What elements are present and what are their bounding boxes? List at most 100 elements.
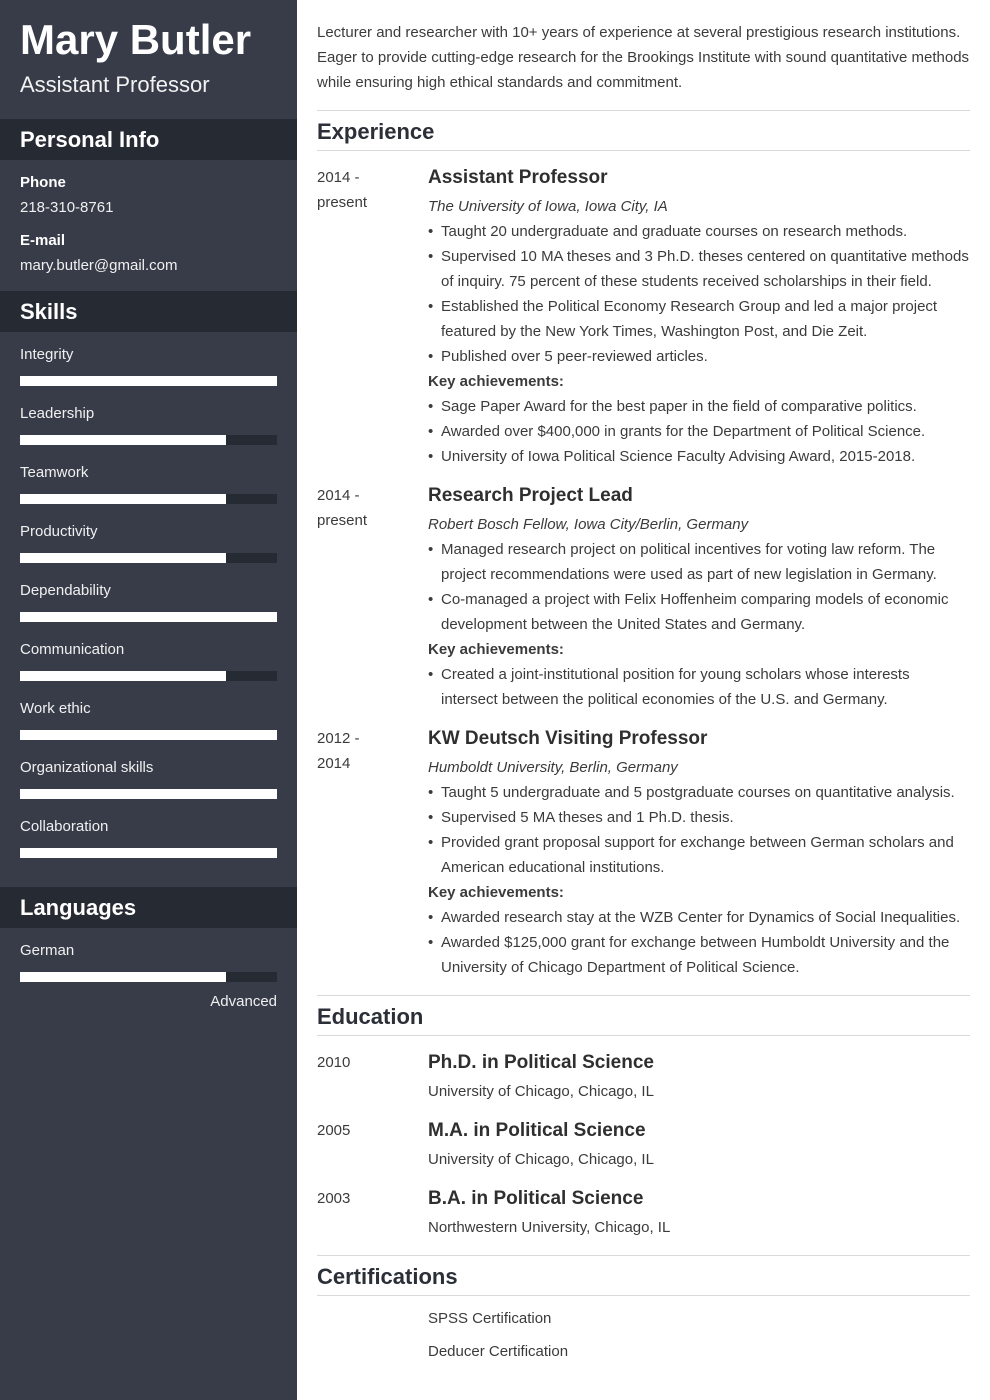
degree: B.A. in Political Science	[428, 1188, 644, 1209]
job-title: Research Project Lead	[428, 485, 633, 506]
summary: Lecturer and researcher with 10+ years o…	[317, 24, 970, 91]
email-value[interactable]: mary.butler@gmail.com	[20, 257, 277, 275]
education-year: 2003	[317, 1190, 351, 1207]
responsibility-item: Provided grant proposal support for exch…	[428, 830, 970, 880]
responsibilities-list: Taught 5 undergraduate and 5 postgraduat…	[428, 780, 970, 880]
achievement-item: Awarded $125,000 grant for exchange betw…	[428, 930, 970, 980]
language-level-bar	[20, 972, 277, 982]
sidebar: Mary Butler Assistant Professor Personal…	[0, 0, 297, 1400]
skill-item: Dependability	[20, 582, 277, 641]
responsibility-item: Taught 5 undergraduate and 5 postgraduat…	[428, 780, 970, 805]
responsibility-item: Published over 5 peer-reviewed articles.	[428, 344, 970, 369]
employer: Humboldt University, Berlin, Germany	[428, 759, 678, 776]
certification-item: SPSS Certification	[428, 1310, 552, 1327]
education-heading: Education	[317, 995, 970, 1036]
skill-name: Work ethic	[20, 700, 91, 717]
experience-entry: 2014 - present Research Project Lead Robert…	[317, 483, 970, 712]
employer: Robert Bosch Fellow, Iowa City/Berlin, G…	[428, 516, 749, 533]
degree: Ph.D. in Political Science	[428, 1052, 654, 1073]
skill-name: Integrity	[20, 346, 74, 363]
date-end: 2014	[317, 755, 351, 772]
skill-level-bar	[20, 376, 277, 386]
email-label: E-mail	[20, 232, 66, 249]
certification-item: Deducer Certification	[428, 1343, 569, 1360]
achievements-list: Created a joint-institutional position f…	[428, 662, 970, 712]
experience-dates: 2012 - 2014	[317, 726, 428, 980]
achievement-item: Awarded research stay at the WZB Center …	[428, 905, 970, 930]
employer: The University of Iowa, Iowa City, IA	[428, 198, 668, 215]
skills-heading: Skills	[0, 291, 297, 332]
skill-name: Leadership	[20, 405, 95, 422]
job-title: Assistant Professor	[428, 167, 608, 188]
skill-level-bar	[20, 848, 277, 858]
education-entry: 2010 Ph.D. in Political Science University…	[317, 1050, 970, 1104]
education-entry: 2003 B.A. in Political Science Northwester…	[317, 1186, 970, 1240]
experience-body: Research Project Lead Robert Bosch Fellow…	[428, 483, 970, 712]
education-year: 2010	[317, 1054, 351, 1071]
skill-name: Communication	[20, 641, 125, 658]
skill-level-fill	[20, 553, 226, 563]
key-achievements-label: Key achievements:	[428, 884, 564, 901]
skill-item: Productivity	[20, 523, 277, 582]
skill-item: Integrity	[20, 346, 277, 405]
responsibility-item: Co-managed a project with Felix Hoffenhe…	[428, 587, 970, 637]
skill-level-fill	[20, 435, 226, 445]
education-body: B.A. in Political Science Northwestern Un…	[428, 1186, 970, 1240]
responsibility-item: Established the Political Economy Resear…	[428, 294, 970, 344]
skill-level-fill	[20, 376, 277, 386]
education-list: 2010 Ph.D. in Political Science University…	[317, 1050, 970, 1240]
language-level-label: Advanced	[210, 993, 277, 1010]
responsibility-item: Supervised 5 MA theses and 1 Ph.D. thesi…	[428, 805, 970, 830]
degree: M.A. in Political Science	[428, 1120, 646, 1141]
skill-name: Organizational skills	[20, 759, 154, 776]
school: Northwestern University, Chicago, IL	[428, 1219, 671, 1236]
date-end: present	[317, 512, 368, 529]
experience-entry: 2014 - present Assistant Professor The Univ…	[317, 165, 970, 469]
skill-name: Productivity	[20, 523, 98, 540]
skill-item: Organizational skills	[20, 759, 277, 818]
achievements-list: Sage Paper Award for the best paper in t…	[428, 394, 970, 469]
responsibilities-list: Managed research project on political in…	[428, 537, 970, 637]
date-start: 2014 -	[317, 169, 360, 186]
candidate-name: Mary Butler	[20, 16, 252, 63]
school: University of Chicago, Chicago, IL	[428, 1151, 654, 1168]
achievement-item: Awarded over $400,000 in grants for the …	[428, 419, 970, 444]
skill-item: Teamwork	[20, 464, 277, 523]
education-year: 2005	[317, 1122, 351, 1139]
skill-level-fill	[20, 730, 277, 740]
main-content: Lecturer and researcher with 10+ years o…	[317, 0, 970, 1361]
skills-list: Integrity Leadership Teamwork Productivity D…	[0, 332, 297, 887]
achievements-list: Awarded research stay at the WZB Center …	[428, 905, 970, 980]
languages-heading: Languages	[0, 887, 297, 928]
skill-level-fill	[20, 789, 277, 799]
certifications-list: SPSS Certification Deducer Certification	[317, 1310, 970, 1361]
skill-level-bar	[20, 730, 277, 740]
skill-name: Collaboration	[20, 818, 109, 835]
phone-label: Phone	[20, 174, 66, 191]
skill-level-bar	[20, 671, 277, 681]
education-body: M.A. in Political Science University of C…	[428, 1118, 970, 1172]
responsibility-item: Managed research project on political in…	[428, 537, 970, 587]
achievement-item: Sage Paper Award for the best paper in t…	[428, 394, 970, 419]
education-entry: 2005 M.A. in Political Science University …	[317, 1118, 970, 1172]
achievement-item: University of Iowa Political Science Fac…	[428, 444, 970, 469]
skill-level-fill	[20, 612, 277, 622]
skill-level-fill	[20, 494, 226, 504]
skill-level-bar	[20, 612, 277, 622]
skill-level-bar	[20, 494, 277, 504]
responsibilities-list: Taught 20 undergraduate and graduate cou…	[428, 219, 970, 369]
certifications-heading: Certifications	[317, 1255, 970, 1296]
experience-body: KW Deutsch Visiting Professor Humboldt Un…	[428, 726, 970, 980]
job-title: KW Deutsch Visiting Professor	[428, 728, 708, 749]
education-body: Ph.D. in Political Science University of …	[428, 1050, 970, 1104]
language-level-fill	[20, 972, 226, 982]
personal-info-heading: Personal Info	[0, 119, 297, 160]
date-start: 2014 -	[317, 487, 360, 504]
date-end: present	[317, 194, 368, 211]
experience-dates: 2014 - present	[317, 483, 428, 712]
personal-info: Phone 218-310-8761 E-mail mary.butler@gm…	[0, 160, 297, 291]
language-item: German Advanced	[20, 942, 277, 1011]
language-name: German	[20, 942, 75, 959]
skill-name: Teamwork	[20, 464, 89, 481]
experience-list: 2014 - present Assistant Professor The Univ…	[317, 165, 970, 980]
